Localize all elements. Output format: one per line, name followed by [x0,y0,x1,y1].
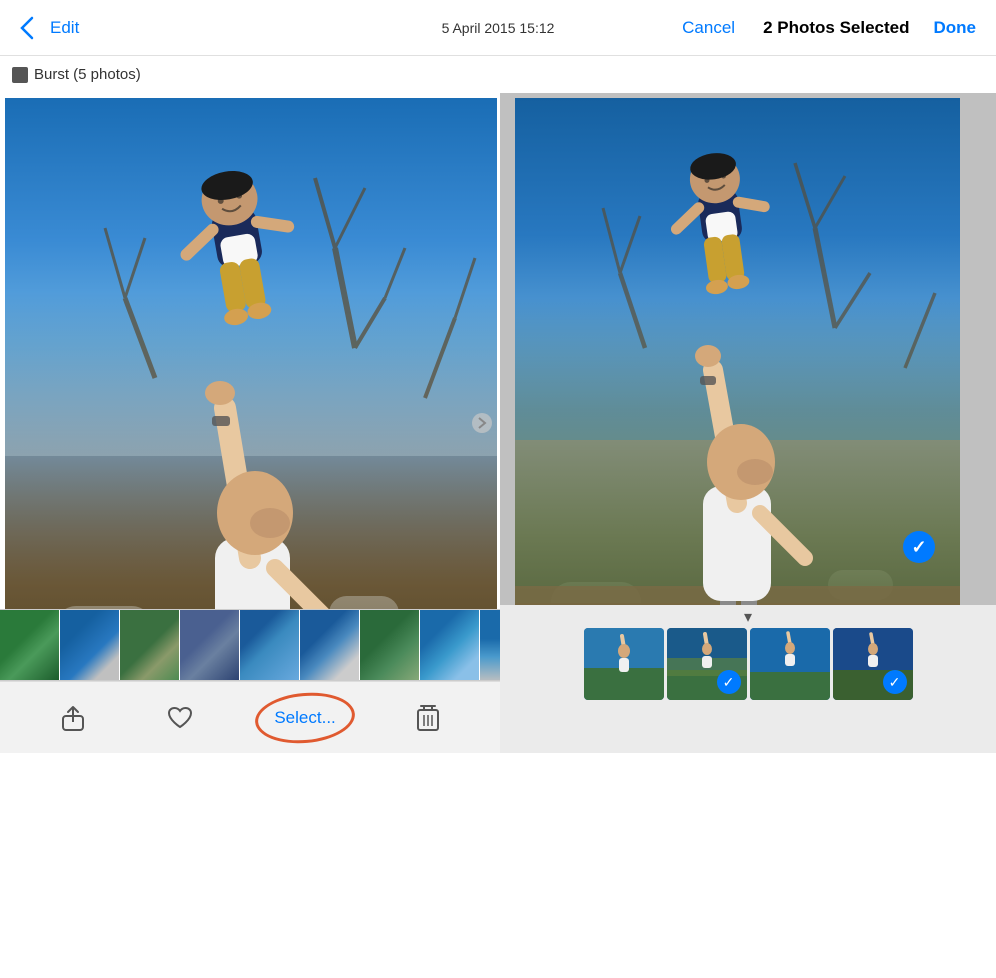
right-panel: ✓ ▾ [500,93,996,753]
bottom-toolbar-left: Select... [0,609,500,753]
thumbnail-strip [0,609,500,681]
right-thumb-scene-3 [750,628,830,700]
trash-icon [416,704,440,732]
cancel-button[interactable]: Cancel [670,18,747,38]
burst-label: Burst (5 photos) [0,56,996,93]
burst-icon [12,67,28,83]
thumbnail-2[interactable] [60,610,120,681]
share-button[interactable] [60,705,86,731]
back-button[interactable] [12,12,42,44]
thumbnail-9[interactable] [480,610,500,681]
selection-checkmark[interactable]: ✓ [903,531,935,563]
favorite-button[interactable] [166,705,194,731]
photo-date: 5 April 2015 15:12 [442,20,555,36]
heart-icon [166,705,194,731]
right-thumb-3[interactable] [750,628,830,700]
right-thumb-4[interactable]: ✓ [833,628,913,700]
thumbnail-1[interactable] [0,610,60,681]
thumbnail-3[interactable] [120,610,180,681]
delete-button[interactable] [416,704,440,732]
thumbnail-5[interactable] [240,610,300,681]
right-thumb-check-2[interactable]: ✓ [717,670,741,694]
left-panel: Select... [0,93,500,753]
thumbnail-6[interactable] [300,610,360,681]
main-photo-right[interactable]: ✓ [515,98,960,668]
right-bottom-panel: ▾ [500,605,996,753]
right-thumbnail-strip: ✓ [500,625,996,703]
navigation-bar: Edit 5 April 2015 15:12 Cancel 2 Photos … [0,0,996,56]
selection-title: 2 Photos Selected [747,18,925,38]
action-toolbar: Select... [0,681,500,753]
thumbnail-8[interactable] [420,610,480,681]
main-content: Select... [0,93,996,753]
right-thumb-2[interactable]: ✓ [667,628,747,700]
down-arrow-icon: ▾ [744,607,752,627]
right-thumb-scene-1 [584,628,664,700]
next-photo-indicator[interactable] [472,413,492,433]
right-thumb-1[interactable] [584,628,664,700]
thumbnail-4[interactable] [180,610,240,681]
down-arrow-row: ▾ [500,605,996,625]
burst-text: Burst (5 photos) [34,66,141,83]
thumbnail-7[interactable] [360,610,420,681]
select-button[interactable]: Select... [274,708,335,728]
right-thumb-check-4[interactable]: ✓ [883,670,907,694]
photo-scene-right [515,98,960,668]
nav-right-section: Cancel 2 Photos Selected Done [670,18,984,38]
select-button-wrap: Select... [274,708,335,728]
done-button[interactable]: Done [926,18,985,38]
edit-button[interactable]: Edit [50,18,79,38]
share-icon [60,705,86,731]
